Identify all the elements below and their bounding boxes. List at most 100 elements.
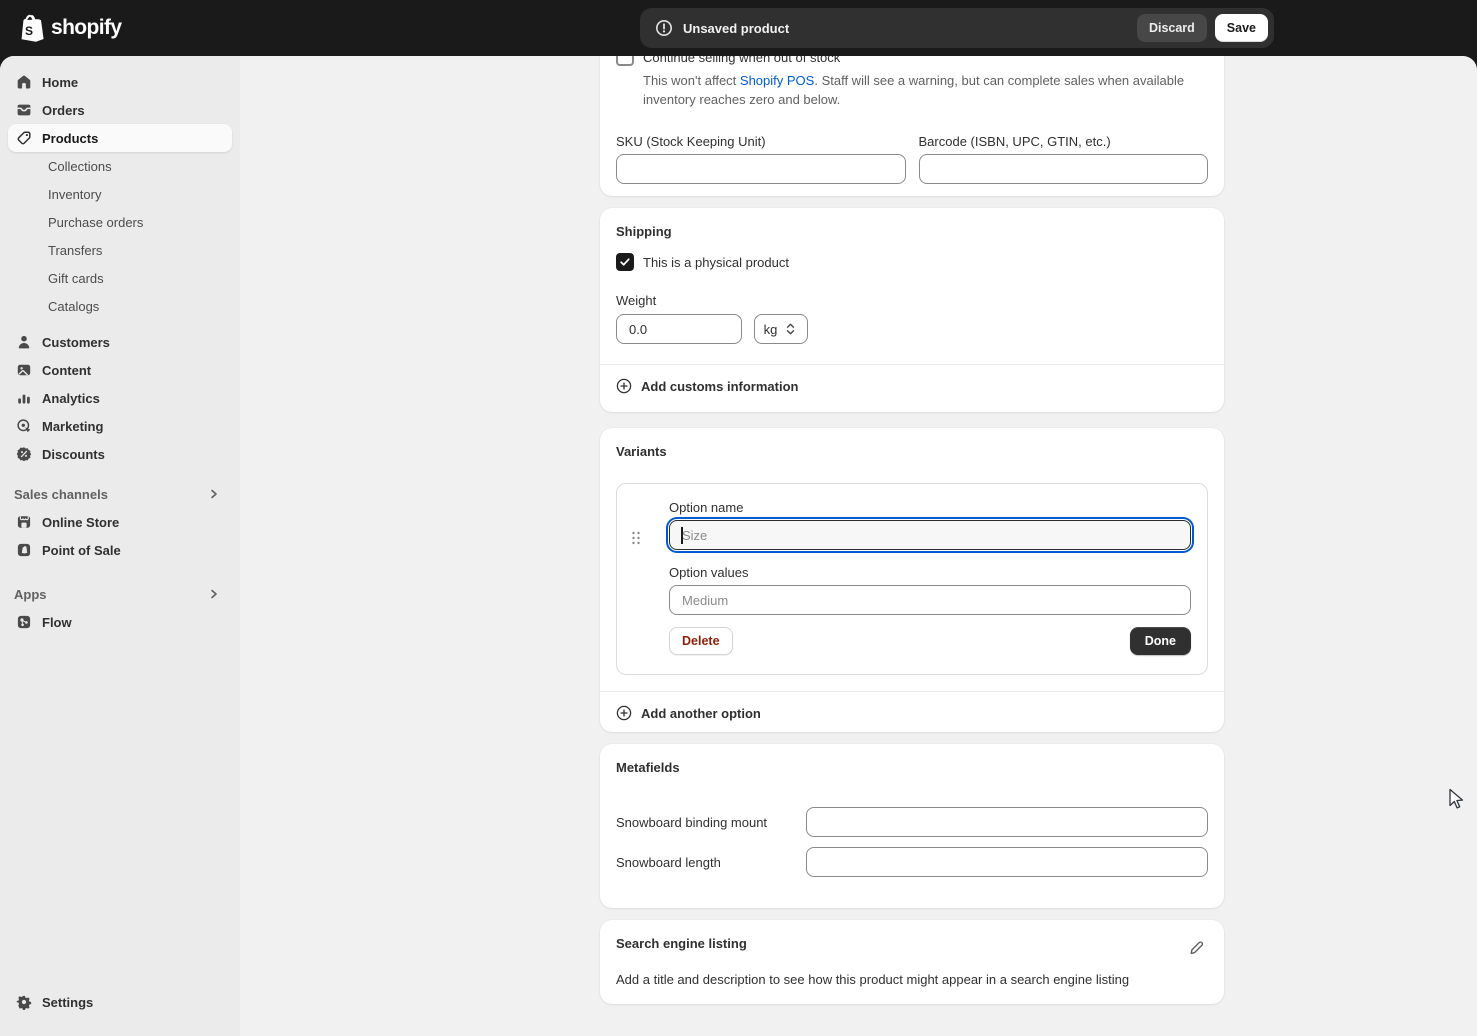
chevron-right-icon [206, 486, 222, 502]
sidebar-item-marketing[interactable]: Marketing [8, 412, 232, 440]
sidebar-item-label: Analytics [42, 391, 100, 406]
orders-icon [16, 102, 32, 118]
sidebar-item-transfers[interactable]: Transfers [8, 236, 232, 264]
shopify-logo: S shopify [18, 13, 121, 43]
edit-seo-button[interactable] [1184, 936, 1208, 960]
select-caret-icon [782, 322, 798, 336]
weight-unit-select[interactable]: kg [754, 314, 808, 344]
customers-icon [16, 334, 32, 350]
sidebar-item-collections[interactable]: Collections [8, 152, 232, 180]
delete-option-button[interactable]: Delete [669, 627, 733, 655]
seo-card: Search engine listing Add a title and de… [600, 920, 1224, 1004]
unsaved-status-bar: Unsaved product Discard Save [640, 8, 1274, 48]
sidebar-item-label: Customers [42, 335, 110, 350]
sku-label: SKU (Stock Keeping Unit) [616, 134, 906, 149]
sidebar-item-catalogs[interactable]: Catalogs [8, 292, 232, 320]
continue-selling-help: This won't affect Shopify POS. Staff wil… [643, 72, 1195, 110]
variants-card: Variants Option name Option values Delet… [600, 428, 1224, 732]
add-another-option-label: Add another option [641, 706, 761, 721]
weight-input[interactable] [616, 314, 742, 344]
sidebar-item-label: Home [42, 75, 78, 90]
mouse-cursor [1446, 788, 1468, 817]
sidebar-item-online-store[interactable]: Online Store [8, 508, 232, 536]
sidebar-item-label: Marketing [42, 419, 103, 434]
pencil-icon [1188, 940, 1204, 956]
sidebar-item-gift-cards[interactable]: Gift cards [8, 264, 232, 292]
save-button[interactable]: Save [1215, 14, 1268, 42]
discard-button[interactable]: Discard [1137, 14, 1207, 42]
sidebar-item-analytics[interactable]: Analytics [8, 384, 232, 412]
sidebar-item-inventory[interactable]: Inventory [8, 180, 232, 208]
discounts-icon [16, 446, 32, 462]
variant-option-editor: Option name Option values Delete Done [616, 483, 1208, 675]
drag-handle-icon[interactable] [631, 530, 641, 551]
shopify-pos-link[interactable]: Shopify POS [740, 73, 814, 88]
metafield-label: Snowboard length [616, 855, 798, 870]
continue-selling-checkbox[interactable] [616, 56, 634, 66]
chevron-right-icon [206, 586, 222, 602]
sidebar-item-label: Point of Sale [42, 543, 121, 558]
metafield-label: Snowboard binding mount [616, 815, 798, 830]
sidebar-item-products[interactable]: Products [8, 124, 232, 152]
done-button[interactable]: Done [1130, 627, 1191, 655]
weight-unit-value: kg [764, 322, 778, 337]
add-customs-label: Add customs information [641, 379, 798, 394]
sidebar: Home Orders Products Collections Invento… [0, 56, 240, 1036]
flow-icon [16, 614, 32, 630]
variants-title: Variants [616, 444, 1208, 459]
option-value-input[interactable] [669, 585, 1191, 615]
sidebar-item-content[interactable]: Content [8, 356, 232, 384]
add-customs-button[interactable]: Add customs information [616, 378, 1208, 394]
seo-title: Search engine listing [616, 936, 747, 951]
continue-selling-row: Continue selling when out of stock [616, 56, 1208, 66]
sidebar-item-label: Settings [42, 995, 93, 1010]
alert-icon [654, 18, 674, 38]
physical-product-checkbox[interactable] [616, 253, 634, 271]
inventory-card: Continue selling when out of stock This … [600, 56, 1224, 196]
shipping-card: Shipping This is a physical product Weig… [600, 208, 1224, 412]
sidebar-item-point-of-sale[interactable]: Point of Sale [8, 536, 232, 564]
shopify-wordmark: shopify [51, 16, 121, 40]
snowboard-length-input[interactable] [806, 847, 1208, 877]
physical-product-label: This is a physical product [643, 255, 789, 270]
apps-header[interactable]: Apps [8, 580, 232, 608]
option-values-label: Option values [669, 565, 1191, 580]
sidebar-item-purchase-orders[interactable]: Purchase orders [8, 208, 232, 236]
shipping-title: Shipping [616, 224, 1208, 239]
sidebar-item-flow[interactable]: Flow [8, 608, 232, 636]
physical-product-row: This is a physical product [616, 253, 1208, 271]
check-icon [619, 256, 631, 268]
sidebar-nav: Home Orders Products Collections Invento… [0, 56, 240, 636]
pos-icon [16, 542, 32, 558]
sku-input[interactable] [616, 154, 906, 184]
option-name-label: Option name [669, 500, 1191, 515]
sidebar-item-customers[interactable]: Customers [8, 328, 232, 356]
marketing-icon [16, 418, 32, 434]
metafields-card: Metafields Snowboard binding mount Snowb… [600, 744, 1224, 908]
sidebar-item-discounts[interactable]: Discounts [8, 440, 232, 468]
svg-text:S: S [25, 24, 33, 38]
metafield-row: Snowboard binding mount [616, 807, 1208, 837]
storefront-icon [16, 514, 32, 530]
snowboard-binding-mount-input[interactable] [806, 807, 1208, 837]
unsaved-status-text: Unsaved product [683, 21, 1137, 36]
option-name-input[interactable] [669, 520, 1191, 550]
metafields-title: Metafields [616, 760, 1208, 775]
products-tag-icon [16, 130, 32, 146]
sidebar-settings-container: Settings [0, 988, 240, 1016]
barcode-input[interactable] [919, 154, 1209, 184]
sidebar-item-settings[interactable]: Settings [8, 988, 232, 1016]
sidebar-item-home[interactable]: Home [8, 68, 232, 96]
sidebar-item-label: Products [42, 131, 98, 146]
barcode-label: Barcode (ISBN, UPC, GTIN, etc.) [919, 134, 1209, 149]
plus-circle-icon [616, 705, 632, 721]
seo-description: Add a title and description to see how t… [616, 972, 1208, 987]
metafield-row: Snowboard length [616, 847, 1208, 877]
add-another-option-button[interactable]: Add another option [616, 705, 1208, 721]
gear-icon [16, 994, 32, 1010]
sidebar-item-label: Orders [42, 103, 85, 118]
sidebar-item-orders[interactable]: Orders [8, 96, 232, 124]
analytics-icon [16, 390, 32, 406]
sales-channels-header[interactable]: Sales channels [8, 480, 232, 508]
sidebar-item-label: Online Store [42, 515, 119, 530]
